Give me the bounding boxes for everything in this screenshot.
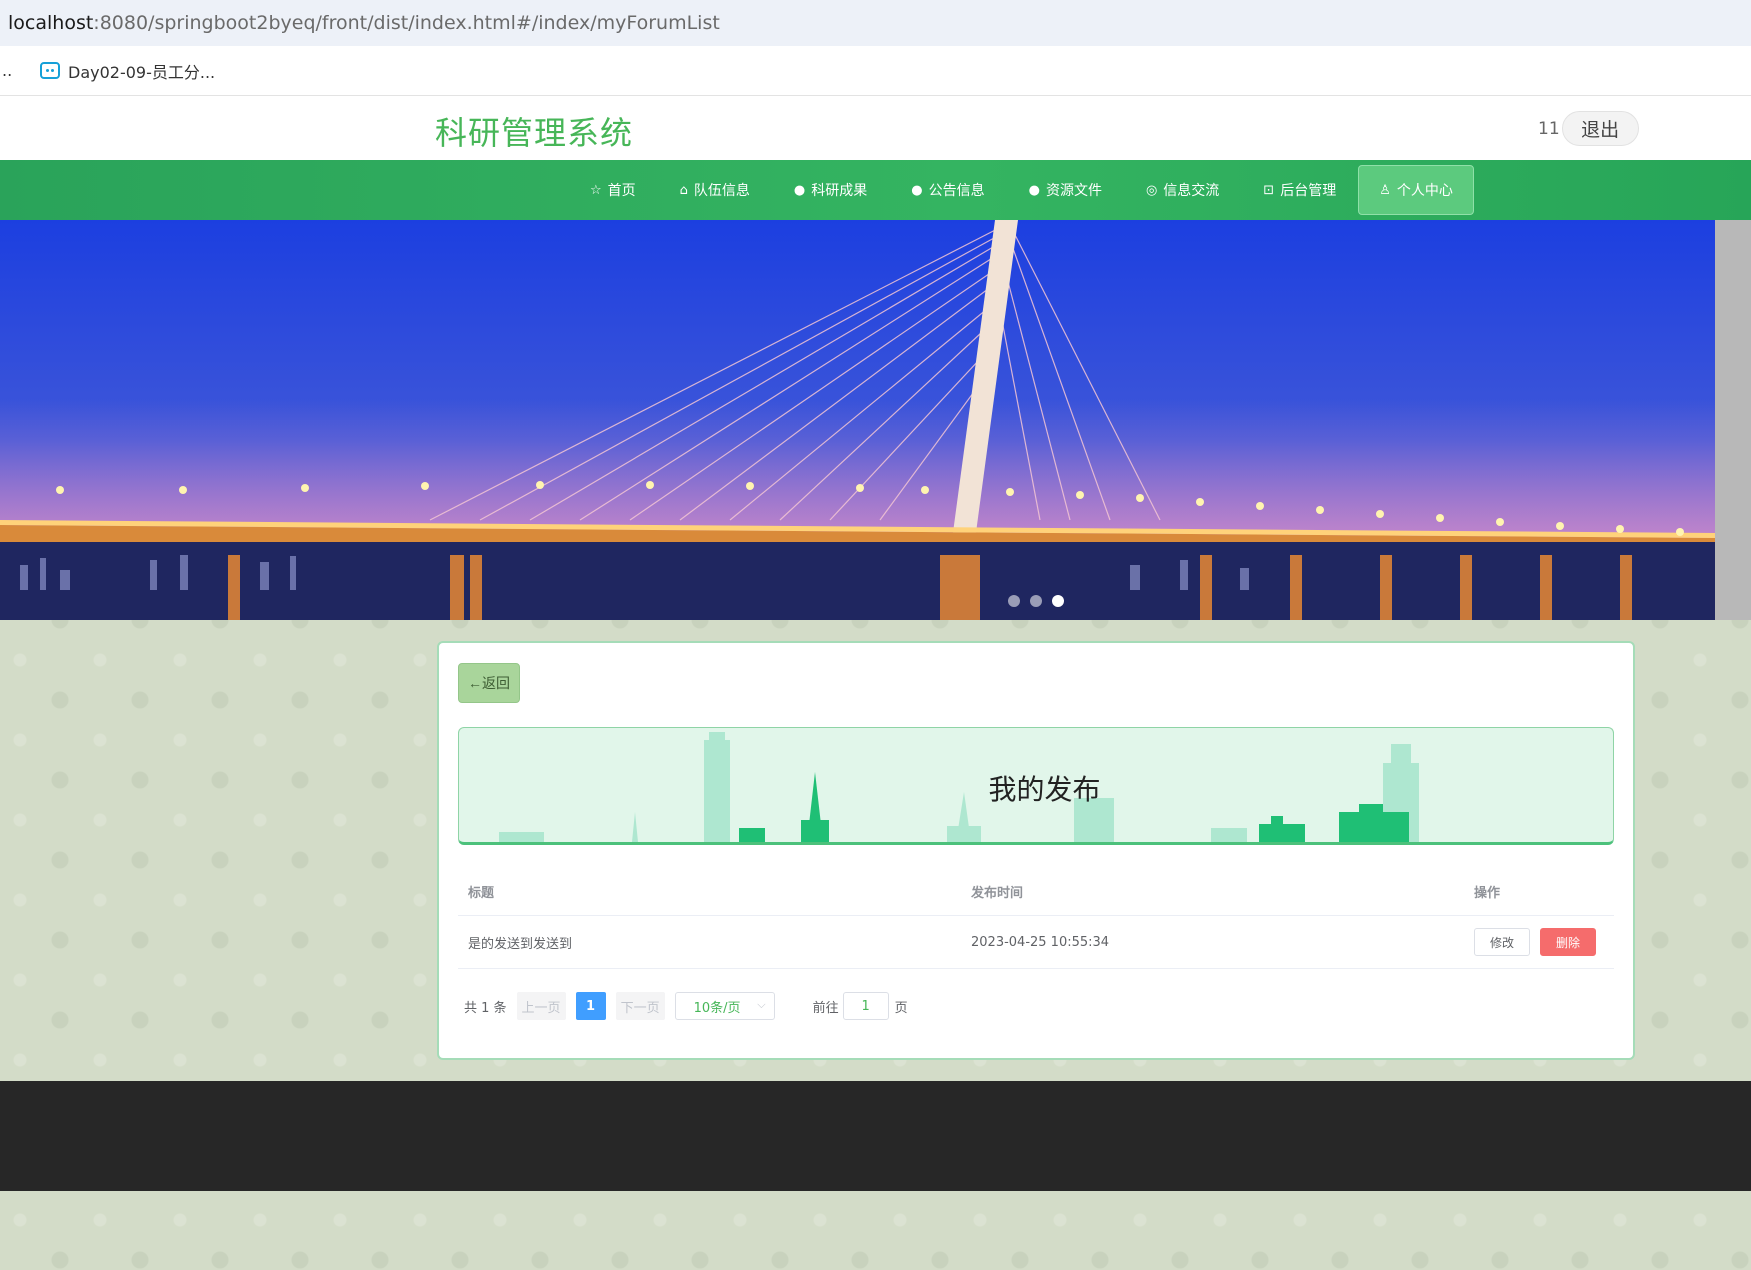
header-actions: 操作 (1474, 885, 1501, 901)
bookmark-label: Day02-09-员工分... (68, 62, 216, 82)
briefcase-icon: ⊡ (1263, 182, 1275, 198)
table-header: 标题 发布时间 操作 (458, 867, 1614, 916)
page-title: 我的发布 (988, 773, 1101, 806)
bookmark-item[interactable]: Day02-09-员工分... (40, 59, 215, 83)
nav-item-research[interactable]: ● 科研成果 (772, 165, 889, 215)
pagination-total: 共 1 条 (464, 1000, 507, 1016)
url-host: localhost (8, 12, 94, 34)
page-size-value: 10条/页 (693, 1000, 741, 1016)
nav-label: 后台管理 (1280, 183, 1337, 199)
back-button[interactable]: ←返回 (458, 663, 520, 703)
site-title: 科研管理系统 (435, 114, 634, 152)
title-banner: 我的发布 (458, 727, 1614, 845)
page-number-current[interactable]: 1 (575, 992, 606, 1020)
nav-label: 科研成果 (811, 183, 868, 199)
info-icon: ● (1028, 182, 1040, 198)
edit-button[interactable]: 修改 (1474, 928, 1530, 956)
user-icon: ♙ (1379, 182, 1391, 198)
carousel-dot[interactable] (1030, 595, 1042, 607)
nav-item-team[interactable]: ⌂ 队伍信息 (658, 165, 772, 215)
header-title: 标题 (468, 885, 495, 901)
username: 11 (1538, 118, 1560, 139)
nav-items: ☆ 首页 ⌂ 队伍信息 ● 科研成果 ● 公告信息 ● 资源文件 ◎ 信息交流 ⊡ 后台管理 … (568, 165, 1474, 215)
carousel-dot[interactable] (1008, 595, 1020, 607)
nav-label: 信息交流 (1163, 183, 1220, 199)
goto-label: 前往 (812, 1000, 839, 1016)
carousel-dots (1008, 595, 1074, 607)
logout-button[interactable]: 退出 (1561, 111, 1639, 146)
star-icon: ☆ (590, 182, 602, 198)
nav-item-notice[interactable]: ● 公告信息 (889, 165, 1006, 215)
carousel-dot-active[interactable] (1052, 595, 1064, 607)
page-unit-label: 页 (894, 1000, 908, 1016)
site-header: 科研管理系统 11 退出 (0, 96, 1751, 160)
nav-label: 个人中心 (1396, 183, 1453, 199)
nav-label: 首页 (607, 183, 636, 199)
row-actions: 修改 删除 (1464, 928, 1614, 956)
main-nav: ☆ 首页 ⌂ 队伍信息 ● 科研成果 ● 公告信息 ● 资源文件 ◎ 信息交流 ⊡ 后台管理 … (0, 160, 1751, 220)
chat-icon: ◎ (1145, 182, 1158, 198)
banner-carousel[interactable] (0, 220, 1751, 620)
page-size-select[interactable]: 10条/页 ⌵ (674, 992, 775, 1020)
user-area: 11 退出 (1538, 111, 1639, 146)
forum-table: 标题 发布时间 操作 是的发送到发送到 2023-04-25 10:55:34 … (458, 867, 1614, 969)
nav-item-resources[interactable]: ● 资源文件 (1007, 165, 1124, 215)
question-icon: ● (911, 182, 923, 198)
nav-item-admin[interactable]: ⊡ 后台管理 (1241, 165, 1358, 215)
nav-label: 资源文件 (1045, 183, 1102, 199)
content-card: ←返回 我的发布 标题 发布时间 操作 是的发送到发送到 2023-04-25 … (437, 641, 1635, 1060)
nav-item-forum[interactable]: ◎ 信息交流 (1124, 165, 1241, 215)
header-time: 发布时间 (971, 885, 1024, 901)
info-icon: ● (793, 182, 806, 198)
footer (0, 1081, 1751, 1191)
nav-label: 公告信息 (928, 183, 985, 199)
url-path: :8080/springboot2byeq/front/dist/index.h… (93, 12, 720, 34)
pagination: 共 1 条 上一页 1 下一页 10条/页 ⌵ 前往 页 (464, 992, 908, 1020)
row-title: 是的发送到发送到 (468, 936, 573, 952)
nav-item-home[interactable]: ☆ 首页 (568, 165, 658, 215)
table-row: 是的发送到发送到 2023-04-25 10:55:34 修改 删除 (458, 916, 1614, 969)
address-bar[interactable]: localhost:8080/springboot2byeq/front/dis… (0, 0, 1751, 46)
chevron-down-icon: ⌵ (757, 998, 766, 1011)
nav-label: 队伍信息 (693, 183, 750, 199)
bag-icon: ⌂ (679, 182, 688, 198)
goto-page-input[interactable] (842, 992, 889, 1020)
next-page-button[interactable]: 下一页 (615, 992, 665, 1020)
bilibili-icon (40, 62, 60, 79)
bookmarks-bar: .. Day02-09-员工分... (0, 46, 1751, 96)
bookmark-overflow[interactable]: .. (2, 61, 32, 80)
delete-button[interactable]: 删除 (1540, 928, 1596, 956)
nav-item-profile[interactable]: ♙ 个人中心 (1358, 165, 1474, 215)
row-time: 2023-04-25 10:55:34 (971, 934, 1110, 950)
bridge-photo (0, 220, 1751, 620)
prev-page-button[interactable]: 上一页 (516, 992, 566, 1020)
